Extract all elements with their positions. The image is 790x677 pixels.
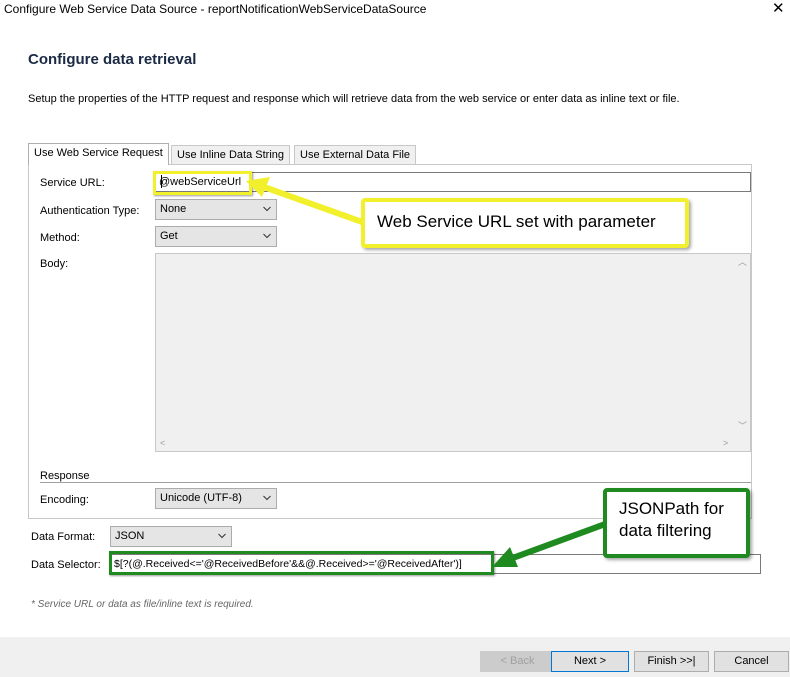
page-heading: Configure data retrieval bbox=[28, 51, 197, 68]
tab-use-external-data-file[interactable]: Use External Data File bbox=[294, 145, 417, 165]
encoding-select[interactable]: Unicode (UTF-8) bbox=[155, 488, 277, 509]
body-vertical-scrollbar[interactable]: ︿ ﹀ bbox=[735, 254, 750, 437]
url-callout: Web Service URL set with parameter bbox=[361, 198, 689, 248]
page-description: Setup the properties of the HTTP request… bbox=[28, 93, 680, 105]
required-note: * Service URL or data as file/inline tex… bbox=[31, 599, 254, 610]
scroll-up-icon[interactable]: ︿ bbox=[738, 258, 747, 267]
method-label: Method: bbox=[40, 232, 80, 244]
body-textarea[interactable]: ︿ ﹀ < > bbox=[155, 253, 751, 452]
data-format-select[interactable]: JSON bbox=[110, 526, 232, 547]
chevron-down-icon bbox=[263, 495, 271, 501]
finish-button[interactable]: Finish >>| bbox=[634, 651, 709, 672]
method-value: Get bbox=[160, 230, 178, 242]
response-section-label: Response bbox=[40, 470, 90, 482]
body-horizontal-scrollbar[interactable]: < > bbox=[156, 436, 736, 451]
back-button[interactable]: < Back bbox=[480, 651, 555, 672]
tab-use-web-service-request[interactable]: Use Web Service Request bbox=[28, 143, 169, 165]
service-url-highlight bbox=[153, 171, 252, 195]
yellow-arrow-icon bbox=[246, 177, 367, 226]
scroll-right-icon[interactable]: > bbox=[723, 439, 728, 448]
scroll-left-icon[interactable]: < bbox=[160, 439, 165, 448]
cancel-button[interactable]: Cancel bbox=[714, 651, 789, 672]
chevron-down-icon bbox=[218, 533, 226, 539]
service-url-label: Service URL: bbox=[40, 177, 105, 189]
authentication-type-label: Authentication Type: bbox=[40, 205, 140, 217]
green-arrow-icon bbox=[492, 520, 610, 567]
scrollbar-corner bbox=[735, 436, 750, 451]
encoding-value: Unicode (UTF-8) bbox=[160, 492, 242, 504]
selector-callout-line2: data filtering bbox=[619, 521, 712, 540]
next-button[interactable]: Next > bbox=[551, 651, 629, 672]
tab-use-inline-data-string[interactable]: Use Inline Data String bbox=[171, 145, 290, 165]
response-divider bbox=[40, 482, 751, 483]
scroll-down-icon[interactable]: ﹀ bbox=[738, 422, 747, 431]
data-selector-highlight bbox=[109, 551, 494, 575]
data-format-label: Data Format: bbox=[31, 531, 96, 543]
close-icon[interactable]: ✕ bbox=[772, 0, 785, 17]
selector-callout: JSONPath for data filtering bbox=[603, 488, 750, 558]
data-format-value: JSON bbox=[115, 530, 145, 542]
window-title: Configure Web Service Data Source - repo… bbox=[4, 2, 427, 16]
url-callout-text: Web Service URL set with parameter bbox=[377, 212, 656, 231]
encoding-label: Encoding: bbox=[40, 494, 89, 506]
data-selector-label: Data Selector: bbox=[31, 559, 101, 571]
body-label: Body: bbox=[40, 258, 69, 270]
selector-callout-line1: JSONPath for bbox=[619, 499, 724, 518]
authentication-type-value: None bbox=[160, 203, 187, 215]
